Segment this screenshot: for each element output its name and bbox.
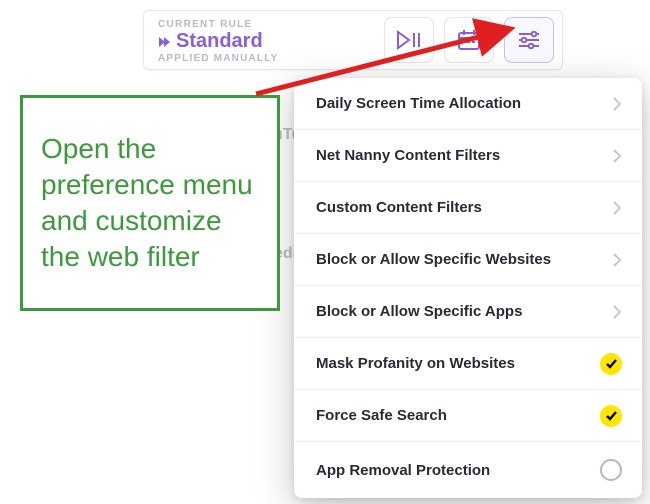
play-pause-icon bbox=[395, 28, 423, 52]
sliders-icon bbox=[516, 29, 542, 51]
toggle-off-icon bbox=[600, 459, 622, 481]
menu-item-mask-profanity[interactable]: Mask Profanity on Websites bbox=[294, 338, 642, 390]
menu-item-label: Force Safe Search bbox=[316, 407, 447, 424]
menu-item-block-allow-websites[interactable]: Block or Allow Specific Websites bbox=[294, 234, 642, 286]
current-rule-label: CURRENT RULE bbox=[158, 19, 370, 30]
current-rule-card: CURRENT RULE Standard APPLIED MANUALLY bbox=[143, 10, 563, 70]
preferences-menu: Daily Screen Time Allocation Net Nanny C… bbox=[294, 78, 642, 498]
preferences-button[interactable] bbox=[504, 17, 554, 63]
chevron-right-icon bbox=[612, 96, 622, 112]
menu-item-label: Net Nanny Content Filters bbox=[316, 147, 500, 164]
toggle-on-icon bbox=[600, 405, 622, 427]
menu-item-label: Block or Allow Specific Websites bbox=[316, 251, 551, 268]
toggle-on-icon bbox=[600, 353, 622, 375]
chevron-right-icon bbox=[612, 252, 622, 268]
menu-item-label: Mask Profanity on Websites bbox=[316, 355, 515, 372]
annotation-callout: Open the preference menu and customize t… bbox=[20, 95, 280, 311]
menu-item-force-safe-search[interactable]: Force Safe Search bbox=[294, 390, 642, 442]
menu-item-label: Custom Content Filters bbox=[316, 199, 482, 216]
chevron-right-icon bbox=[612, 148, 622, 164]
menu-item-daily-screen-time[interactable]: Daily Screen Time Allocation bbox=[294, 78, 642, 130]
annotation-text: Open the preference menu and customize t… bbox=[41, 131, 259, 274]
current-rule-name[interactable]: Standard bbox=[158, 31, 370, 52]
chevron-right-icon bbox=[612, 200, 622, 216]
schedule-button[interactable] bbox=[444, 17, 494, 63]
menu-item-custom-content-filters[interactable]: Custom Content Filters bbox=[294, 182, 642, 234]
menu-item-label: App Removal Protection bbox=[316, 462, 490, 479]
menu-item-label: Block or Allow Specific Apps bbox=[316, 303, 522, 320]
current-rule-sub: APPLIED MANUALLY bbox=[158, 53, 370, 64]
menu-item-net-nanny-filters[interactable]: Net Nanny Content Filters bbox=[294, 130, 642, 182]
menu-item-app-removal-protection[interactable]: App Removal Protection bbox=[294, 442, 642, 498]
play-pause-button[interactable] bbox=[384, 17, 434, 63]
playhead-icon bbox=[158, 36, 170, 48]
calendar-icon bbox=[456, 28, 482, 52]
chevron-right-icon bbox=[612, 304, 622, 320]
menu-item-label: Daily Screen Time Allocation bbox=[316, 95, 521, 112]
menu-item-block-allow-apps[interactable]: Block or Allow Specific Apps bbox=[294, 286, 642, 338]
